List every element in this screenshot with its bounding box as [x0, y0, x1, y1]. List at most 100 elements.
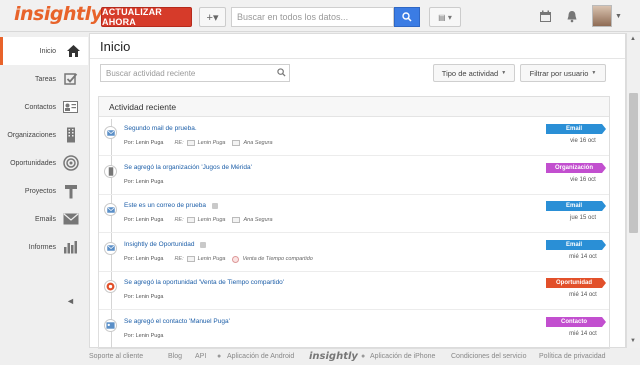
- sidebar-item-emails[interactable]: Emails: [0, 205, 88, 233]
- bell-icon[interactable]: [564, 8, 580, 24]
- search-icon[interactable]: [277, 68, 286, 77]
- search-button[interactable]: [394, 7, 420, 27]
- sidebar-item-tareas[interactable]: Tareas: [0, 65, 88, 93]
- footer: Soporte al cliente Blog API ● Aplicación…: [89, 348, 626, 365]
- top-bar: insightly ACTUALIZAR AHORA +▾ Buscar en …: [0, 0, 640, 32]
- activity-title-link[interactable]: Segundo mail de prueba.: [124, 125, 197, 132]
- activity-title-link[interactable]: Se agregó la organización 'Jugos de Méri…: [124, 164, 252, 171]
- contact-card-icon: [186, 217, 195, 223]
- contact-card-icon: [232, 140, 241, 146]
- android-app-link[interactable]: Aplicación de Android: [227, 353, 294, 360]
- author-label: Por: Lenin Puga: [124, 178, 164, 185]
- calendar-icon[interactable]: [537, 8, 553, 24]
- activity-search-input[interactable]: Buscar actividad reciente: [100, 64, 290, 82]
- activity-type-badge: Organización: [546, 162, 606, 173]
- support-link[interactable]: Soporte al cliente: [89, 353, 143, 360]
- contact-card-icon: [104, 318, 117, 332]
- activity-title-link[interactable]: Insightly de Oportunidad: [124, 241, 194, 248]
- insightly-logo[interactable]: insightly: [14, 3, 103, 25]
- iphone-app-link[interactable]: Aplicación de iPhone: [370, 353, 435, 360]
- privacy-link[interactable]: Política de privacidad: [539, 353, 606, 360]
- global-search-input[interactable]: Buscar en todos los datos...: [231, 7, 394, 27]
- building-icon: [104, 164, 117, 178]
- activity-date: mié 14 oct: [569, 292, 597, 298]
- re-label: RE:: [174, 140, 184, 146]
- user-avatar[interactable]: [592, 5, 612, 27]
- badge-label: Email: [565, 241, 582, 248]
- sidebar-item-contactos[interactable]: Contactos: [0, 93, 88, 121]
- related-link[interactable]: Ana Segura: [243, 217, 272, 223]
- scroll-thumb[interactable]: [629, 93, 638, 233]
- contact-card-icon: [186, 140, 195, 146]
- activity-title-link[interactable]: Se agregó el contacto 'Manuel Puga': [124, 318, 230, 325]
- feed-row[interactable]: Se agregó la organización 'Jugos de Méri…: [99, 157, 609, 195]
- scroll-down-icon[interactable]: ▼: [630, 338, 636, 344]
- building-icon: [62, 127, 79, 144]
- related-link[interactable]: Lenin Puga: [198, 140, 226, 146]
- sidebar-item-label: Organizaciones: [7, 131, 56, 139]
- sidebar-item-proyectos[interactable]: Proyectos: [0, 177, 88, 205]
- feed-row[interactable]: Se agregó el contacto 'Manuel Puga' Por: …: [99, 311, 609, 348]
- related-link[interactable]: Ana Segura: [243, 140, 272, 146]
- footer-logo: insightly: [309, 351, 358, 362]
- checkbox-icon: [62, 71, 79, 88]
- chevron-down-icon[interactable]: ▼: [615, 13, 622, 20]
- sidebar-item-label: Oportunidades: [10, 159, 56, 167]
- user-filter-dropdown[interactable]: Filtrar por usuario ▼: [520, 64, 606, 82]
- target-icon: [62, 155, 79, 172]
- author-label: Por: Lenin Puga: [124, 217, 164, 223]
- terms-link[interactable]: Condiciones del servicio: [451, 353, 526, 360]
- apple-icon: ●: [361, 353, 366, 360]
- quick-add-button[interactable]: +▾: [199, 7, 226, 27]
- target-icon: [232, 255, 240, 263]
- sidebar-item-inicio[interactable]: Inicio: [0, 37, 88, 65]
- lock-icon: [200, 241, 206, 248]
- related-link[interactable]: Lenin Puga: [198, 256, 226, 262]
- feed-row[interactable]: Insightly de Oportunidad Por: Lenin Puga R…: [99, 234, 609, 272]
- sidebar-item-label: Informes: [28, 243, 56, 251]
- activity-type-badge: Oportunidad: [546, 278, 606, 288]
- activity-type-dropdown[interactable]: Tipo de actividad ▼: [433, 64, 515, 82]
- sidebar-item-informes[interactable]: Informes: [0, 233, 88, 261]
- author-label: Por: Lenin Puga: [124, 256, 164, 262]
- related-link[interactable]: Lenin Puga: [198, 217, 226, 223]
- activity-feed: Actividad reciente Segundo mail de prueb…: [98, 96, 610, 349]
- sidebar-item-oportunidades[interactable]: Oportunidades: [0, 149, 88, 177]
- activity-title-link[interactable]: Este es un correo de prueba: [124, 202, 206, 209]
- feed-row[interactable]: Se agregó la oportunidad 'Venta de Tiemp…: [99, 272, 609, 310]
- views-menu-button[interactable]: ▤ ▾: [429, 7, 461, 27]
- api-link[interactable]: API: [195, 353, 206, 360]
- dropdown-label: Filtrar por usuario: [529, 68, 589, 78]
- page-title: Inicio: [100, 39, 131, 54]
- chevron-down-icon: ▼: [501, 70, 507, 76]
- envelope-icon: [104, 203, 117, 216]
- scroll-up-icon[interactable]: ▲: [630, 36, 636, 42]
- chevron-down-icon: ▼: [591, 70, 597, 76]
- related-link[interactable]: Venta de Tiempo compartido: [242, 256, 312, 262]
- badge-label: Email: [565, 126, 582, 132]
- re-label: RE:: [174, 217, 184, 223]
- feed-row[interactable]: Segundo mail de prueba. Por: Lenin Puga RE…: [99, 118, 609, 156]
- upgrade-now-button[interactable]: ACTUALIZAR AHORA: [101, 7, 192, 27]
- collapse-sidebar-icon[interactable]: ◄: [66, 296, 75, 306]
- activity-type-badge: Email: [546, 201, 606, 211]
- divider: [90, 58, 625, 59]
- activity-date: vie 16 oct: [570, 138, 596, 144]
- envelope-icon: [62, 211, 79, 228]
- activity-meta: Por: Lenin Puga RE: Lenin Puga Ana Segura: [124, 217, 273, 223]
- activity-title-link[interactable]: Se agregó la oportunidad 'Venta de Tiemp…: [124, 279, 284, 286]
- activity-type-badge: Email: [546, 239, 606, 250]
- contact-card-icon: [232, 217, 241, 223]
- envelope-icon: [104, 241, 117, 255]
- dropdown-label: Tipo de actividad: [441, 68, 499, 78]
- sidebar-item-label: Tareas: [34, 75, 56, 83]
- android-icon: ●: [217, 353, 222, 360]
- feed-row[interactable]: Este es un correo de prueba Por: Lenin Pu…: [99, 195, 609, 233]
- blog-link[interactable]: Blog: [168, 353, 182, 360]
- activity-meta: Por: Lenin Puga: [124, 333, 163, 339]
- envelope-icon: [104, 126, 117, 139]
- author-label: Por: Lenin Puga: [124, 294, 164, 300]
- sidebar-item-organizaciones[interactable]: Organizaciones: [0, 121, 88, 149]
- activity-meta: Por: Lenin Puga RE: Lenin Puga Venta de Tie…: [124, 255, 313, 263]
- page-scrollbar[interactable]: ▲ ▼: [626, 33, 640, 348]
